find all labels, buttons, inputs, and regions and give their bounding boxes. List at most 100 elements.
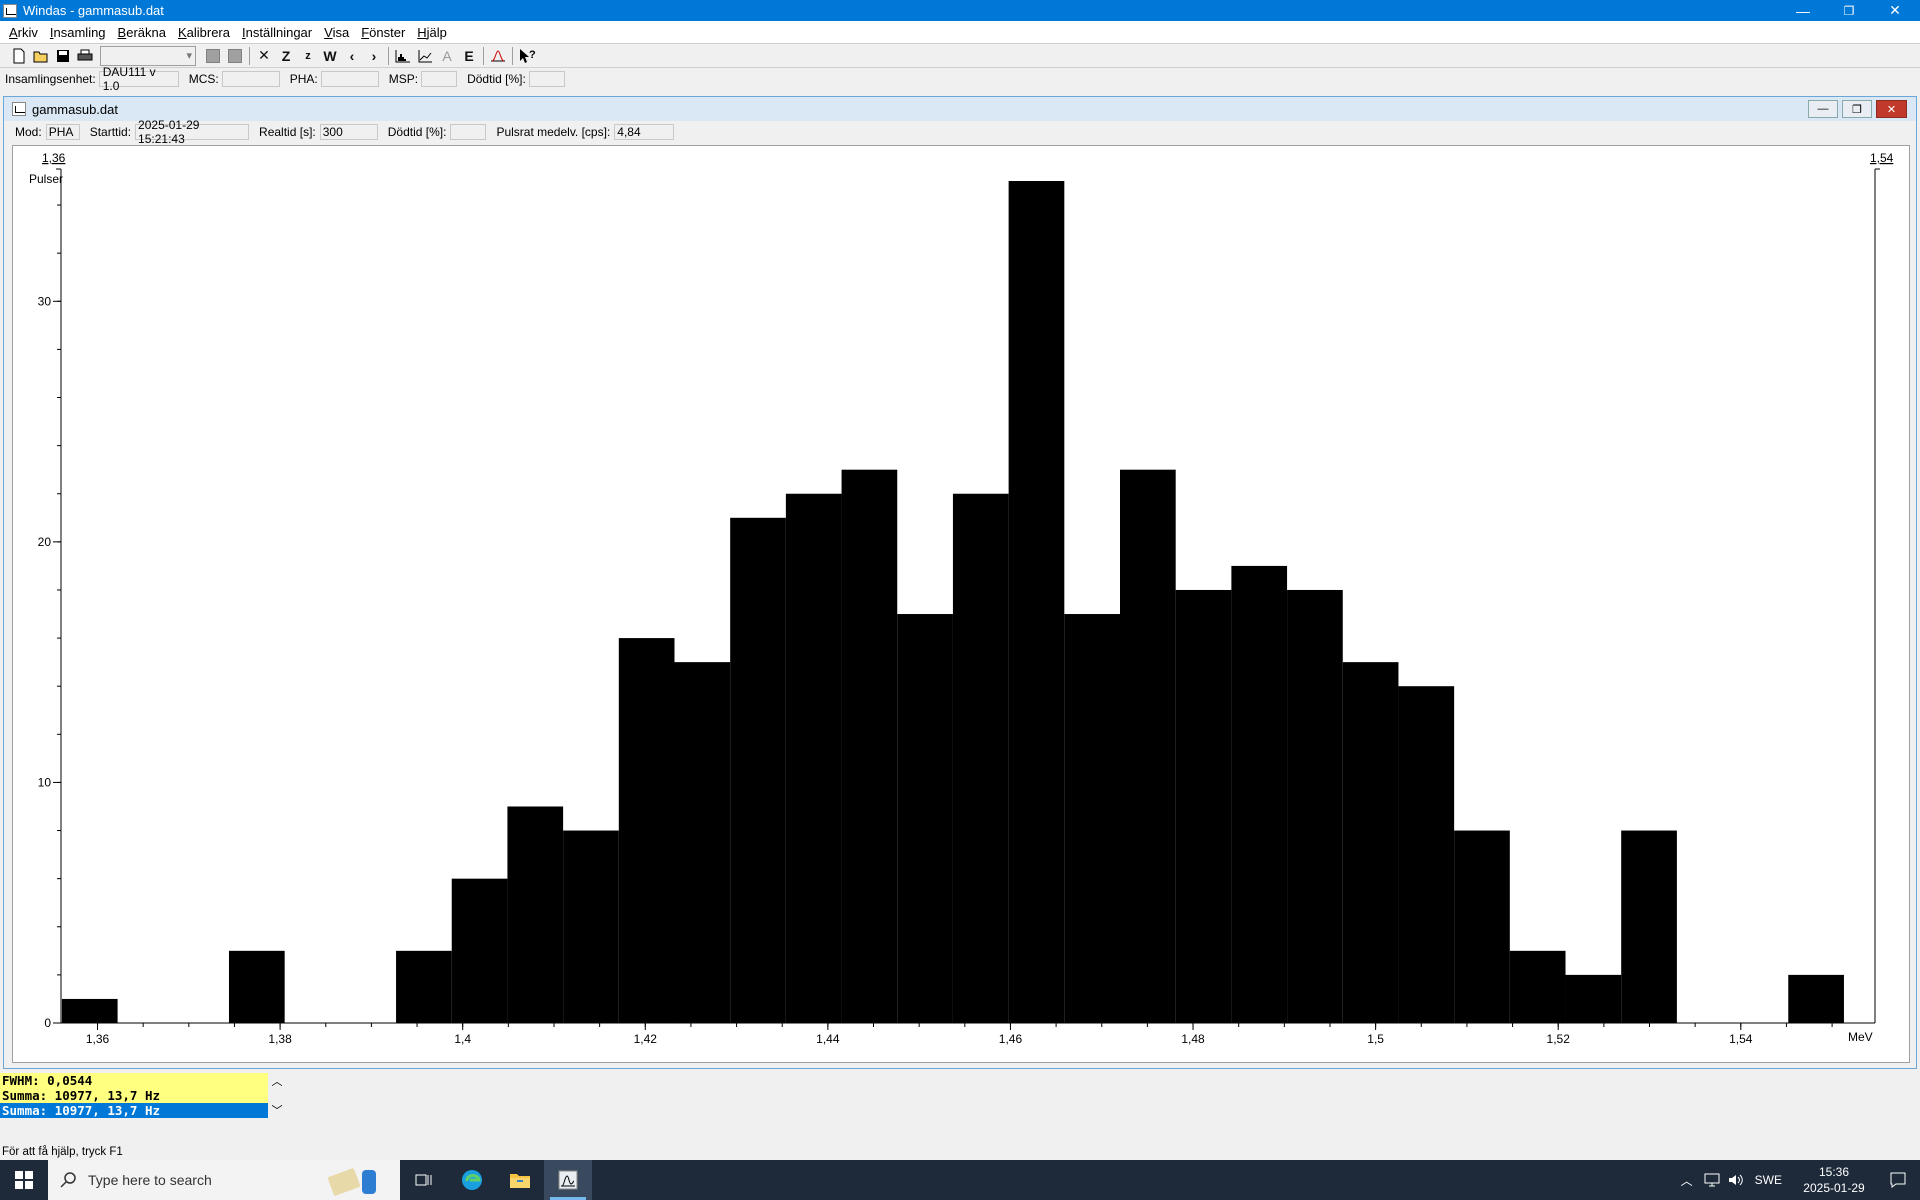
- menu-bar: Arkiv Insamling Beräkna Kalibrera Instäl…: [0, 21, 1920, 43]
- tray-expand-icon[interactable]: ︿: [1681, 1172, 1693, 1189]
- clock-time: 15:36: [1818, 1165, 1850, 1179]
- histogram-bar: [730, 517, 786, 1023]
- results-list[interactable]: FWHM: 0,0544 Summa: 10977, 13,7 Hz Summa…: [0, 1073, 268, 1118]
- child-close-button[interactable]: ✕: [1876, 100, 1907, 118]
- taskbar-search[interactable]: Type here to search: [48, 1160, 400, 1200]
- start-button[interactable]: [0, 1160, 48, 1200]
- histogram-bar: [1621, 830, 1677, 1023]
- toolbar-combo[interactable]: [100, 45, 196, 66]
- mode-label: Mod:: [15, 125, 42, 139]
- clear-icon[interactable]: ✕: [253, 46, 275, 66]
- pulse-rate-label: Pulsrat medelv. [cps]:: [496, 125, 611, 139]
- histogram-bar: [785, 493, 842, 1023]
- disabled-button-1[interactable]: [202, 46, 224, 66]
- zoom-in-icon[interactable]: Z: [275, 46, 297, 66]
- results-scrollbar[interactable]: ︿ ﹀: [270, 1073, 284, 1118]
- menu-visa[interactable]: Visa: [318, 25, 355, 40]
- zoom-out-icon[interactable]: z: [297, 46, 319, 66]
- menu-insamling[interactable]: Insamling: [44, 25, 112, 40]
- starttime-label: Starttid:: [89, 125, 132, 139]
- volume-icon[interactable]: [1727, 1173, 1745, 1187]
- menu-arkiv[interactable]: Arkiv: [3, 25, 44, 40]
- y-tick-label: 30: [38, 294, 52, 308]
- x-tick-label: 1,48: [1181, 1032, 1205, 1046]
- spectrum-child-window: gammasub.dat — ❐ ✕ Mod: PHA Starttid: 20…: [3, 96, 1917, 1069]
- histogram-bar: [1342, 662, 1399, 1023]
- sum-result-selected[interactable]: Summa: 10977, 13,7 Hz: [0, 1103, 268, 1118]
- fwhm-result[interactable]: FWHM: 0,0544: [0, 1073, 268, 1088]
- edge-icon[interactable]: [448, 1160, 496, 1200]
- menu-berakna[interactable]: Beräkna: [112, 25, 172, 40]
- x-axis-label: MeV: [1848, 1030, 1873, 1044]
- scroll-right-icon[interactable]: ›: [363, 46, 385, 66]
- spectrum-chart[interactable]: 0 10 20 30 1,36 1,38 1,4 1,42 1,44 1,46 1,48 1,5 1,5…: [13, 146, 1911, 1064]
- peak-icon[interactable]: [487, 46, 509, 66]
- pha-value: [320, 71, 379, 87]
- windas-taskbar-icon[interactable]: [544, 1160, 592, 1200]
- open-folder-icon[interactable]: [30, 46, 52, 66]
- x-tick-label: 1,44: [816, 1032, 840, 1046]
- language-indicator[interactable]: SWE: [1755, 1173, 1782, 1187]
- scroll-up-icon[interactable]: ︿: [272, 1073, 283, 1089]
- scroll-down-icon[interactable]: ﹀: [272, 1102, 283, 1118]
- window-icon[interactable]: W: [319, 46, 341, 66]
- new-file-icon[interactable]: [8, 46, 30, 66]
- realtime-value: 300: [319, 124, 378, 140]
- histogram-bar: [952, 493, 1009, 1023]
- menu-installningar[interactable]: Inställningar: [236, 25, 318, 40]
- unit-label: Insamlingsenhet:: [5, 72, 96, 86]
- left-cursor-label[interactable]: 1,36: [42, 151, 66, 165]
- app-icon[interactable]: [3, 3, 17, 18]
- menu-kalibrera[interactable]: Kalibrera: [172, 25, 236, 40]
- context-help-icon[interactable]: ?: [516, 46, 538, 66]
- windows-logo-icon: [15, 1171, 33, 1189]
- minimize-button[interactable]: —: [1780, 0, 1826, 21]
- restore-button[interactable]: ❐: [1826, 0, 1872, 21]
- child-title: gammasub.dat: [32, 101, 118, 117]
- x-tick-label: 1,5: [1367, 1032, 1384, 1046]
- mcs-label: MCS:: [188, 72, 219, 86]
- save-icon[interactable]: [52, 46, 74, 66]
- pulse-rate-value: 4,84: [614, 124, 675, 140]
- print-icon[interactable]: [74, 46, 96, 66]
- sum-result[interactable]: Summa: 10977, 13,7 Hz: [0, 1088, 268, 1103]
- menu-hjalp[interactable]: Hjälp: [411, 25, 453, 40]
- child-restore-button[interactable]: ❐: [1842, 100, 1872, 118]
- file-explorer-icon[interactable]: [496, 1160, 544, 1200]
- notifications-icon[interactable]: [1876, 1160, 1920, 1200]
- spectrum-icon[interactable]: [392, 46, 414, 66]
- energy-icon[interactable]: E: [458, 46, 480, 66]
- histogram-bar: [1287, 589, 1343, 1023]
- task-view-icon[interactable]: [400, 1160, 448, 1200]
- histogram-bars: [61, 181, 1844, 1024]
- disabled-button-2[interactable]: [224, 46, 246, 66]
- status-bar: För att få hjälp, tryck F1: [2, 1146, 123, 1158]
- axis-icon[interactable]: [414, 46, 436, 66]
- histogram-bar: [1231, 565, 1288, 1023]
- toolbar-separator: [388, 46, 389, 65]
- spectrum-plot-area[interactable]: 0 10 20 30 1,36 1,38 1,4 1,42 1,44 1,46 1,48 1,5 1,5…: [12, 145, 1910, 1063]
- annotate-icon[interactable]: A: [436, 46, 458, 66]
- child-title-bar[interactable]: gammasub.dat — ❐ ✕: [4, 97, 1916, 121]
- network-icon[interactable]: [1703, 1173, 1721, 1187]
- child-app-icon[interactable]: [12, 102, 26, 116]
- close-button[interactable]: ✕: [1872, 0, 1918, 21]
- menu-fonster[interactable]: Fönster: [355, 25, 411, 40]
- x-tick-label: 1,4: [454, 1032, 471, 1046]
- scroll-left-icon[interactable]: ‹: [341, 46, 363, 66]
- search-icon: [60, 1172, 76, 1188]
- y-axis-label: Pulser: [29, 172, 63, 186]
- window-title-bar[interactable]: Windas - gammasub.dat — ❐ ✕: [0, 0, 1920, 21]
- right-cursor-label[interactable]: 1,54: [1870, 151, 1894, 165]
- deadtime-value: [528, 71, 565, 87]
- realtime-label: Realtid [s]:: [259, 125, 316, 139]
- window-title: Windas - gammasub.dat: [23, 3, 164, 18]
- clock[interactable]: 15:36 2025-01-29: [1792, 1164, 1876, 1196]
- mcs-value: [221, 71, 280, 87]
- x-tick-label: 1,54: [1729, 1032, 1753, 1046]
- histogram-bar: [841, 469, 898, 1024]
- child-minimize-button[interactable]: —: [1808, 100, 1838, 118]
- histogram-bar: [1565, 974, 1622, 1023]
- toolbar: ✕ Z z W ‹ › A E ?: [0, 43, 1920, 68]
- msp-label: MSP:: [388, 72, 419, 86]
